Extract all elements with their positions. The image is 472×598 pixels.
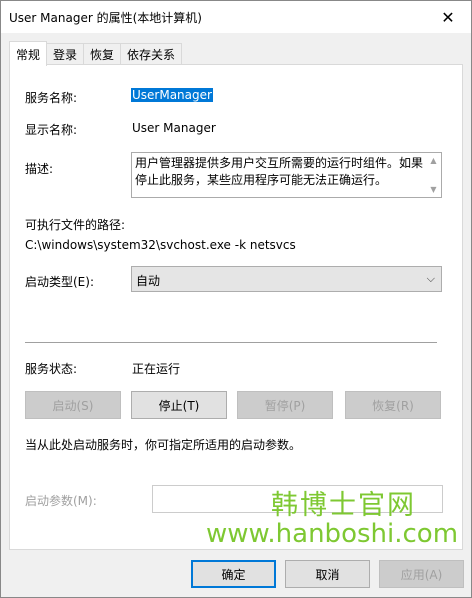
service-status-value: 正在运行 [132,362,181,376]
start-params-label: 启动参数(M): [25,494,97,508]
exe-path-label: 可执行文件的路径: [25,218,126,232]
description-text: 用户管理器提供多用户交互所需要的运行时组件。如果停止此服务，某些应用程序可能无法… [135,156,424,187]
startup-type-select[interactable]: 自动 ⌵ [131,266,442,292]
service-status-label: 服务状态: [25,362,78,376]
divider [25,342,437,343]
window-title: User Manager 的属性(本地计算机) [9,11,202,25]
tab-strip: 常规 登录 恢复 依存关系 [9,41,183,66]
apply-button[interactable]: 应用(A) [379,560,464,588]
cancel-button[interactable]: 取消 [285,560,370,588]
watermark-cn: 韩博士官网 [271,490,416,521]
tab-dependencies[interactable]: 依存关系 [120,43,183,65]
close-button[interactable]: ✕ [425,1,471,33]
description-box[interactable]: 用户管理器提供多用户交互所需要的运行时组件。如果停止此服务，某些应用程序可能无法… [131,152,442,198]
general-tab-panel: 服务名称: UserManager 显示名称: User Manager 描述:… [9,64,463,550]
tab-logon[interactable]: 登录 [46,43,85,65]
start-service-button[interactable]: 启动(S) [25,391,121,419]
watermark-url: www.hanboshi.com [206,519,459,549]
tab-general[interactable]: 常规 [9,41,48,66]
service-name-value[interactable]: UserManager [131,88,213,102]
service-name-label: 服务名称: [25,91,78,105]
service-properties-dialog: User Manager 的属性(本地计算机) ✕ 常规 登录 恢复 依存关系 … [0,0,472,598]
start-params-hint: 当从此处启动服务时，你可指定所适用的启动参数。 [25,438,302,452]
startup-type-value: 自动 [136,274,161,288]
service-name-selected-text: UserManager [131,88,213,102]
resume-service-button[interactable]: 恢复(R) [345,391,441,419]
chevron-down-icon: ⌵ [426,272,435,285]
display-name-value[interactable]: User Manager [132,121,216,135]
title-bar: User Manager 的属性(本地计算机) ✕ [1,1,471,33]
close-icon: ✕ [441,7,455,27]
scroll-up-icon[interactable]: ▲ [426,153,441,168]
description-label: 描述: [25,162,54,176]
tab-recovery[interactable]: 恢复 [83,43,122,65]
scroll-down-icon[interactable]: ▼ [426,182,441,197]
exe-path-value: C:\windows\system32\svchost.exe -k netsv… [25,238,296,252]
display-name-label: 显示名称: [25,123,78,137]
pause-service-button[interactable]: 暂停(P) [237,391,333,419]
ok-button[interactable]: 确定 [191,560,276,588]
stop-service-button[interactable]: 停止(T) [131,391,227,419]
startup-type-label: 启动类型(E): [25,275,94,289]
description-scrollbar[interactable]: ▲ ▼ [426,153,441,197]
